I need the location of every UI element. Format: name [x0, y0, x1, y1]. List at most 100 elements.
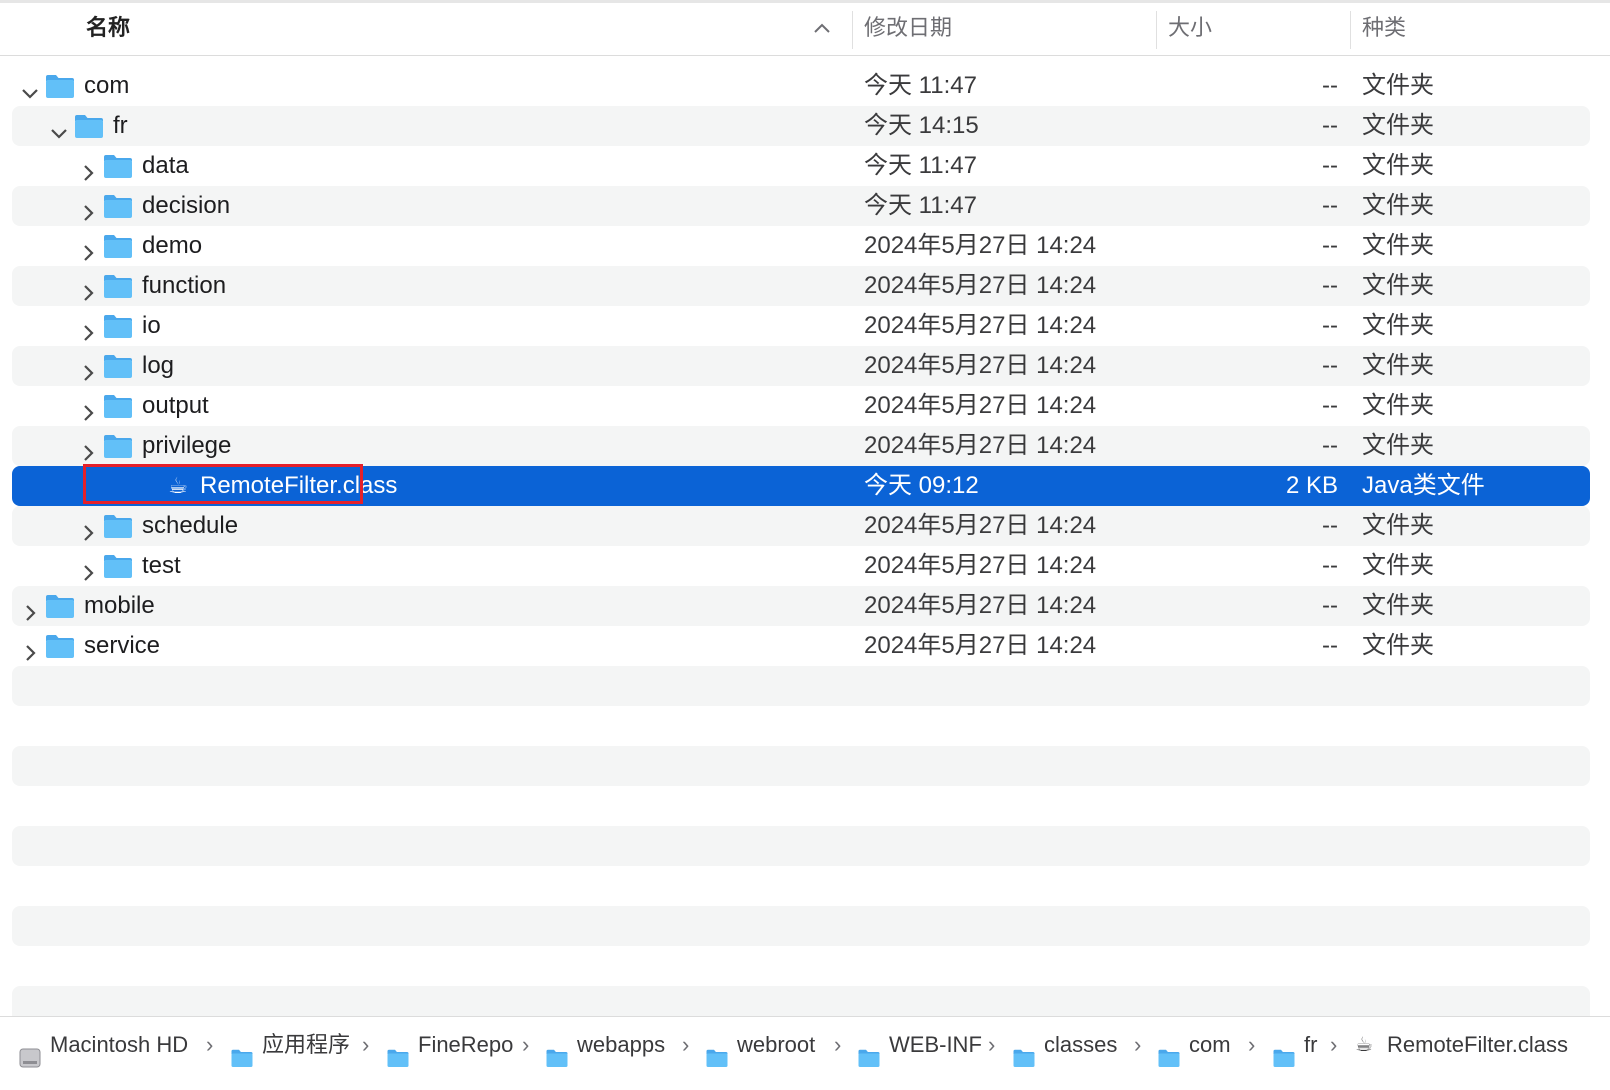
folder-icon [102, 192, 134, 220]
file-name[interactable]: service [84, 626, 160, 666]
file-size: -- [1322, 272, 1338, 299]
file-size: -- [1322, 592, 1338, 619]
file-name[interactable]: io [142, 306, 161, 346]
file-row[interactable]: schedule 2024年5月27日 14:24 -- 文件夹 [12, 506, 1590, 546]
folder-icon [705, 1034, 729, 1067]
chevron-right-icon[interactable] [78, 356, 98, 381]
file-row[interactable]: test 2024年5月27日 14:24 -- 文件夹 [12, 546, 1590, 586]
chevron-right-icon[interactable] [78, 556, 98, 581]
folder-icon [44, 632, 76, 660]
chevron-right-icon[interactable] [78, 196, 98, 221]
column-divider[interactable] [1350, 11, 1351, 49]
empty-row [12, 666, 1590, 706]
file-modified-date: 今天 11:47 [864, 192, 977, 219]
file-row[interactable]: service 2024年5月27日 14:24 -- 文件夹 [12, 626, 1590, 666]
file-name[interactable]: test [142, 546, 181, 586]
file-size: 2 KB [1285, 472, 1338, 499]
file-kind: 文件夹 [1362, 192, 1434, 219]
file-name[interactable]: demo [142, 226, 202, 266]
folder-icon [1157, 1034, 1181, 1067]
column-divider[interactable] [1156, 11, 1157, 49]
file-name[interactable]: fr [113, 106, 128, 146]
file-size: -- [1322, 192, 1338, 219]
path-separator-chevron-icon: › [1134, 1032, 1142, 1057]
path-crumb-label: Macintosh HD [50, 1032, 189, 1057]
file-row[interactable]: decision 今天 11:47 -- 文件夹 [12, 186, 1590, 226]
folder-icon [102, 552, 134, 580]
folder-icon [102, 232, 134, 260]
file-size: -- [1322, 72, 1338, 99]
file-name[interactable]: data [142, 146, 189, 186]
folder-icon [857, 1034, 881, 1067]
chevron-down-icon[interactable] [20, 76, 40, 99]
applications-folder-icon [230, 1034, 254, 1067]
file-name[interactable]: privilege [142, 426, 231, 466]
file-modified-date: 今天 09:12 [864, 472, 979, 499]
file-name[interactable]: schedule [142, 506, 238, 546]
column-divider[interactable] [852, 11, 853, 49]
file-row-selected[interactable]: ☕ RemoteFilter.class 今天 09:12 2 KB Java类文件 [12, 464, 1590, 506]
chevron-right-icon[interactable] [78, 156, 98, 181]
folder-icon [102, 512, 134, 540]
folder-icon [102, 432, 134, 460]
file-kind: 文件夹 [1362, 632, 1434, 659]
chevron-right-icon[interactable] [78, 436, 98, 461]
file-row[interactable]: data 今天 11:47 -- 文件夹 [12, 146, 1590, 186]
path-crumb-label: webapps [577, 1032, 666, 1057]
file-row[interactable]: function 2024年5月27日 14:24 -- 文件夹 [12, 266, 1590, 306]
file-row[interactable]: mobile 2024年5月27日 14:24 -- 文件夹 [12, 586, 1590, 626]
java-coffee-icon: ☕ [168, 473, 188, 498]
file-size: -- [1322, 632, 1338, 659]
chevron-right-icon[interactable] [20, 596, 40, 621]
empty-row [12, 706, 1590, 746]
file-row[interactable]: log 2024年5月27日 14:24 -- 文件夹 [12, 346, 1590, 386]
file-name[interactable]: function [142, 266, 226, 306]
empty-row [12, 866, 1590, 906]
column-header-kind[interactable]: 种类 [1362, 3, 1406, 55]
file-modified-date: 2024年5月27日 14:24 [864, 352, 1097, 379]
file-kind: 文件夹 [1362, 112, 1434, 139]
file-kind: 文件夹 [1362, 152, 1434, 179]
file-modified-date: 今天 11:47 [864, 152, 977, 179]
file-size: -- [1322, 152, 1338, 179]
file-row[interactable]: privilege 2024年5月27日 14:24 -- 文件夹 [12, 426, 1590, 466]
file-modified-date: 今天 14:15 [864, 112, 979, 139]
file-name[interactable]: log [142, 346, 174, 386]
file-name[interactable]: RemoteFilter.class [200, 466, 397, 506]
file-row[interactable]: io 2024年5月27日 14:24 -- 文件夹 [12, 306, 1590, 346]
path-bar: Macintosh HD 应用程序 FineRepo webapps webroot WE… [0, 1016, 1610, 1073]
chevron-down-icon[interactable] [49, 116, 69, 139]
chevron-right-icon[interactable] [78, 316, 98, 341]
path-crumb-label: FineRepo [418, 1032, 514, 1057]
file-row[interactable]: fr 今天 14:15 -- 文件夹 [12, 106, 1590, 146]
file-size: -- [1322, 552, 1338, 579]
file-row[interactable]: demo 2024年5月27日 14:24 -- 文件夹 [12, 226, 1590, 266]
column-header-size[interactable]: 大小 [1168, 3, 1212, 55]
folder-icon [1012, 1034, 1036, 1067]
file-list: com 今天 11:47 -- 文件夹 fr 今天 14:15 -- 文件夹 data 今天 … [0, 66, 1610, 1026]
file-name[interactable]: output [142, 386, 209, 426]
file-row[interactable]: com 今天 11:47 -- 文件夹 [12, 66, 1590, 106]
chevron-right-icon[interactable] [78, 396, 98, 421]
file-name[interactable]: mobile [84, 586, 155, 626]
column-header-date[interactable]: 修改日期 [864, 3, 952, 55]
chevron-right-icon[interactable] [78, 516, 98, 541]
file-size: -- [1322, 392, 1338, 419]
path-separator-chevron-icon: › [206, 1032, 214, 1057]
chevron-right-icon[interactable] [78, 276, 98, 301]
folder-icon [102, 392, 134, 420]
file-name[interactable]: decision [142, 186, 230, 226]
file-modified-date: 2024年5月27日 14:24 [864, 592, 1097, 619]
file-modified-date: 2024年5月27日 14:24 [864, 432, 1097, 459]
file-row[interactable]: output 2024年5月27日 14:24 -- 文件夹 [12, 386, 1590, 426]
chevron-right-icon[interactable] [78, 236, 98, 261]
folder-icon [386, 1034, 410, 1067]
file-size: -- [1322, 352, 1338, 379]
sort-ascending-chevron-icon[interactable] [812, 20, 832, 36]
file-name[interactable]: com [84, 66, 129, 106]
file-kind: 文件夹 [1362, 272, 1434, 299]
file-size: -- [1322, 232, 1338, 259]
column-header-name[interactable]: 名称 [86, 3, 130, 55]
folder-icon [44, 592, 76, 620]
chevron-right-icon[interactable] [20, 636, 40, 661]
